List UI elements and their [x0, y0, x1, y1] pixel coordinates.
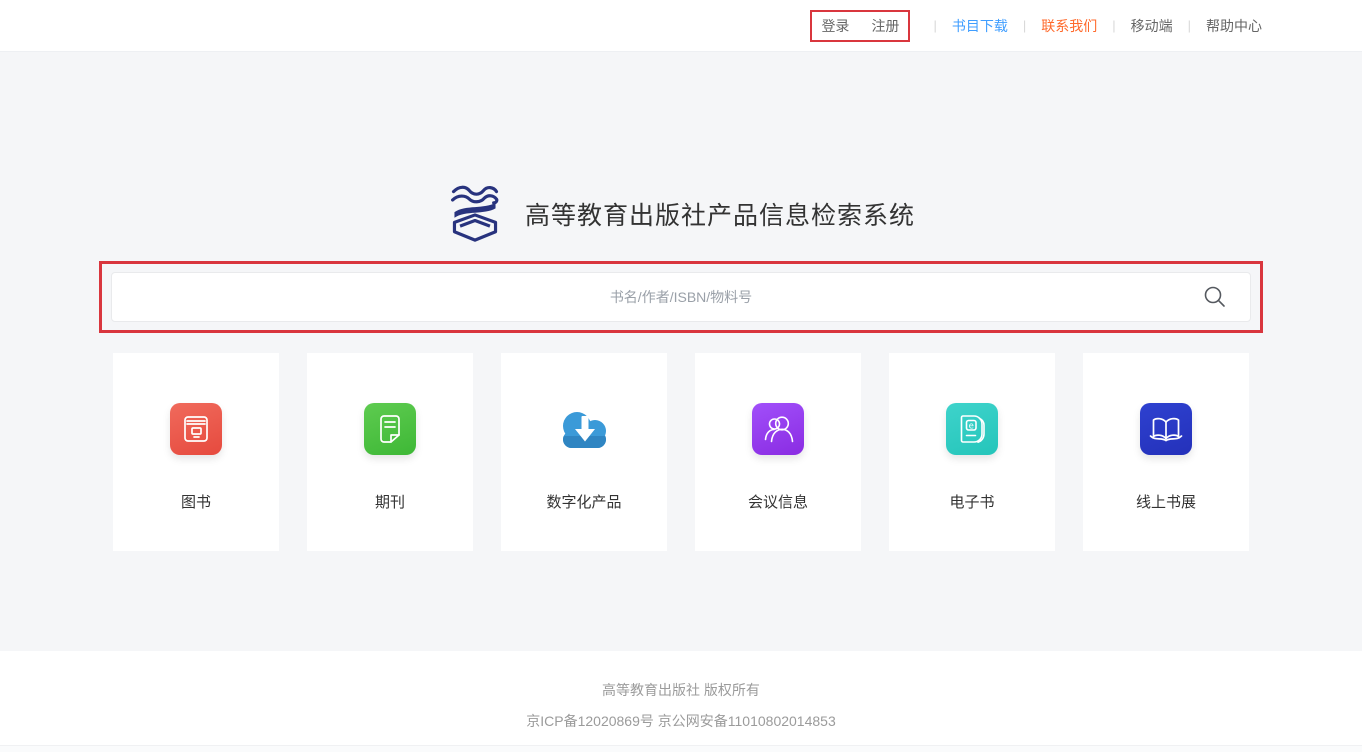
- top-header: 登录 注册 | 书目下载 | 联系我们 | 移动端 | 帮助中心: [0, 0, 1362, 52]
- nav-separator: |: [1023, 18, 1026, 33]
- copyright-text: 高等教育出版社 版权所有: [0, 680, 1362, 700]
- annotation-box-search: [99, 261, 1263, 333]
- ebook-icon: e: [946, 403, 998, 455]
- card-digital-products[interactable]: 数字化产品: [501, 353, 667, 551]
- card-ebooks[interactable]: e 电子书: [889, 353, 1055, 551]
- card-books[interactable]: 图书: [113, 353, 279, 551]
- card-journals[interactable]: 期刊: [307, 353, 473, 551]
- nav-item-catalog-download[interactable]: 书目下载: [952, 16, 1008, 36]
- card-label: 线上书展: [1136, 491, 1196, 512]
- nav-item-contact-us[interactable]: 联系我们: [1041, 16, 1097, 36]
- card-online-book-fair[interactable]: 线上书展: [1083, 353, 1249, 551]
- card-label: 会议信息: [748, 491, 808, 512]
- people-icon: [752, 403, 804, 455]
- page-title: 高等教育出版社产品信息检索系统: [525, 196, 915, 232]
- main-area: 高等教育出版社产品信息检索系统 图书: [0, 52, 1362, 651]
- login-link[interactable]: 登录: [821, 16, 849, 36]
- search-icon[interactable]: [1203, 285, 1227, 309]
- open-book-icon: [1140, 403, 1192, 455]
- brand-row: 高等教育出版社产品信息检索系统: [0, 52, 1362, 244]
- register-link[interactable]: 注册: [871, 16, 899, 36]
- search-input[interactable]: [111, 272, 1251, 322]
- nav-separator: |: [1188, 18, 1191, 33]
- nav-item-help-center[interactable]: 帮助中心: [1206, 16, 1262, 36]
- page-footer: 高等教育出版社 版权所有 京ICP备12020869号 京公网安备1101080…: [0, 651, 1362, 745]
- stacked-books-logo-icon: [447, 184, 503, 244]
- svg-text:e: e: [969, 421, 974, 431]
- bottom-strip: [0, 745, 1362, 752]
- book-icon: [170, 403, 222, 455]
- journal-icon: [364, 403, 416, 455]
- annotation-box-login-register: 登录 注册: [810, 10, 910, 42]
- nav-separator: |: [1112, 18, 1115, 33]
- icp-record-text: 京ICP备12020869号 京公网安备11010802014853: [0, 711, 1362, 731]
- card-label: 数字化产品: [546, 491, 621, 512]
- card-label: 图书: [181, 491, 211, 512]
- nav-item-mobile[interactable]: 移动端: [1131, 16, 1173, 36]
- card-conference-info[interactable]: 会议信息: [695, 353, 861, 551]
- page: { "header": { "nav": { "login": "登录", "r…: [0, 0, 1362, 752]
- cloud-download-icon: [552, 403, 616, 455]
- card-label: 电子书: [949, 491, 994, 512]
- top-nav: 登录 注册 | 书目下载 | 联系我们 | 移动端 | 帮助中心: [810, 10, 1262, 42]
- category-cards: 图书 期刊: [113, 353, 1249, 551]
- card-label: 期刊: [375, 491, 405, 512]
- nav-separator: |: [933, 18, 936, 33]
